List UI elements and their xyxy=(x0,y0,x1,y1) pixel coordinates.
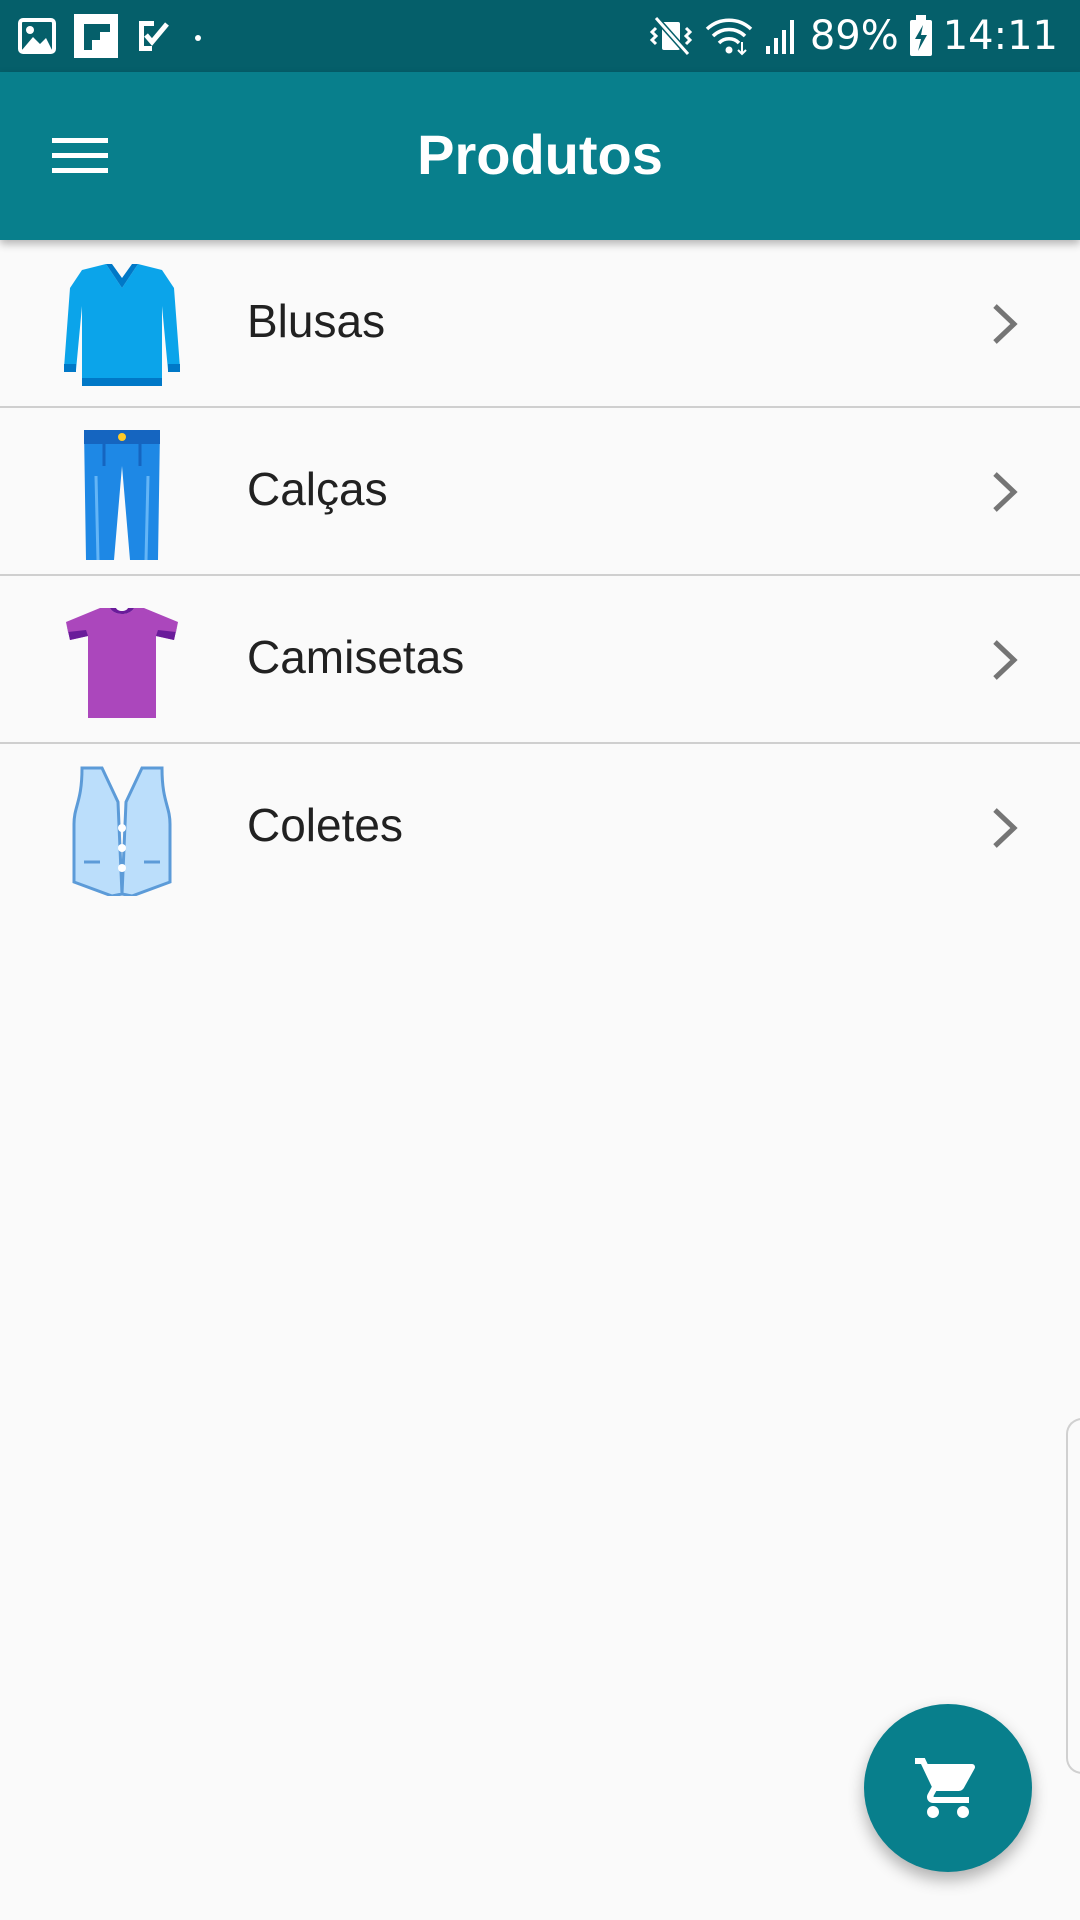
chevron-right-icon xyxy=(993,808,1018,848)
vibrate-mute-icon xyxy=(649,16,692,56)
wifi-icon xyxy=(705,18,753,56)
battery-charging-icon xyxy=(909,15,932,56)
tshirt-icon xyxy=(66,608,178,718)
page-title: Produtos xyxy=(417,123,663,186)
notification-dot-icon xyxy=(195,35,201,41)
list-item-coletes[interactable]: Coletes xyxy=(0,744,1080,912)
signal-icon xyxy=(765,20,794,54)
status-time: 14:11 xyxy=(942,13,1058,59)
vest-icon xyxy=(72,766,172,896)
list-item-label: Calças xyxy=(247,463,388,515)
status-right-icons: 89% 14:11 xyxy=(648,10,1058,62)
shopping-cart-icon xyxy=(915,1758,976,1818)
app-bar: Produtos xyxy=(0,72,1080,240)
task-check-icon xyxy=(139,21,169,51)
list-item-blusas[interactable]: Blusas xyxy=(0,240,1080,408)
list-item-label: Camisetas xyxy=(247,631,465,683)
list-item-label: Coletes xyxy=(247,799,403,851)
jeans-icon xyxy=(84,430,160,560)
gallery-icon xyxy=(18,18,56,54)
chevron-right-icon xyxy=(993,304,1018,344)
status-left-icons xyxy=(18,14,208,58)
cart-fab-button[interactable] xyxy=(864,1704,1032,1872)
flipboard-icon xyxy=(74,14,118,58)
battery-percent: 89% xyxy=(809,13,899,59)
list-item-calcas[interactable]: Calças xyxy=(0,408,1080,576)
sweater-icon xyxy=(64,264,180,386)
list-item-label: Blusas xyxy=(247,295,386,347)
product-list: Blusas Calças Camisetas Coletes xyxy=(0,240,1080,912)
chevron-right-icon xyxy=(993,640,1018,680)
edge-panel-handle[interactable] xyxy=(1066,1418,1080,1774)
chevron-right-icon xyxy=(993,472,1018,512)
list-item-camisetas[interactable]: Camisetas xyxy=(0,576,1080,744)
status-bar: 89% 14:11 xyxy=(0,0,1080,72)
